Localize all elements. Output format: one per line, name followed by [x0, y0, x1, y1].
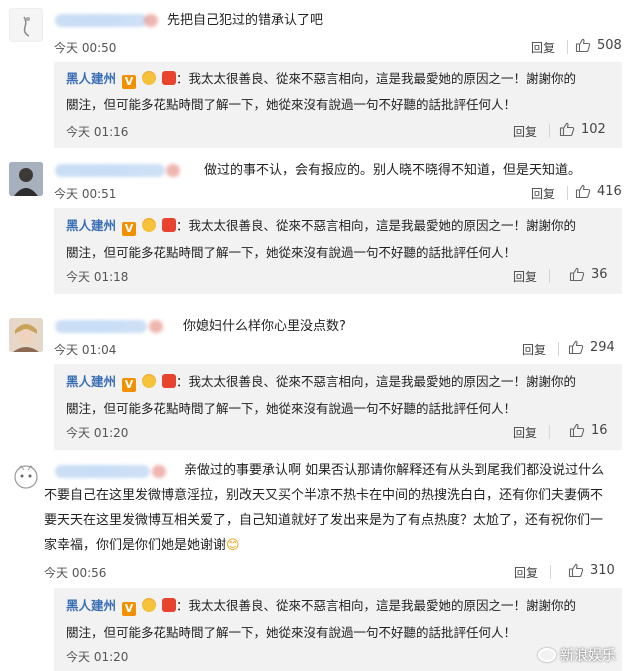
- thumbs-up-icon: [569, 423, 585, 438]
- like-button[interactable]: 36: [569, 266, 608, 282]
- watermark: 新浪娱乐: [538, 645, 616, 665]
- like-button[interactable]: 508: [575, 37, 622, 53]
- comment-time: 今天 00:50: [54, 41, 117, 55]
- verified-v-icon: V: [122, 378, 136, 392]
- verified-v-icon: V: [122, 222, 136, 236]
- thumbs-up-icon: [569, 267, 585, 282]
- thumbs-up-icon: [575, 184, 591, 199]
- comment-text-line-3: 要天天在这里发微博互相关爱了，自己知道就好了发出来是为了有点热度？太尬了，还有祝…: [44, 513, 604, 528]
- verified-v-icon: V: [122, 75, 136, 89]
- like-count: 36: [591, 266, 608, 282]
- author-reply: 黑人建州 V ：我太太很善良、從來不惡言相向，這是我最愛她的原因之一！謝謝你的 …: [54, 208, 622, 294]
- reply-author[interactable]: 黑人建州: [66, 71, 116, 86]
- reply-time: 今天 01:16: [66, 125, 129, 139]
- crown-icon: [141, 374, 156, 388]
- reply-button[interactable]: 回复: [514, 564, 538, 581]
- reply-line-2: 關注，但可能多花點時間了解一下，她從來沒有說過一句不好聽的話批評任何人！: [66, 625, 517, 640]
- reply-text: ：我太太很善良、從來不惡言相向，這是我最愛她的原因之一！謝謝你的: [175, 71, 576, 86]
- reply-time: 今天 01:18: [66, 270, 129, 284]
- author-reply: 黑人建州 V ：我太太很善良、從來不惡言相向，這是我最愛她的原因之一！謝謝你的 …: [54, 62, 622, 148]
- avatar[interactable]: [9, 318, 43, 352]
- like-count: 416: [597, 183, 622, 199]
- reply-text: ：我太太很善良、從來不惡言相向，這是我最愛她的原因之一！謝謝你的: [175, 598, 576, 613]
- reply-button[interactable]: 回复: [513, 268, 537, 285]
- reply-time: 今天 01:20: [66, 650, 129, 664]
- smile-emoji-icon: 😊: [226, 538, 240, 553]
- reply-button[interactable]: 回复: [513, 424, 537, 441]
- comment-text: 家幸福，你们是你们她是她谢谢: [44, 538, 227, 553]
- reply-time: 今天 01:20: [66, 426, 129, 440]
- red-envelope-icon: [161, 218, 176, 232]
- crown-icon: [141, 218, 156, 232]
- username-blurred[interactable]: [55, 465, 150, 478]
- reply-line-2: 關注，但可能多花點時間了解一下，她從來沒有說過一句不好聽的話批評任何人！: [66, 97, 517, 112]
- comment-time: 今天 01:04: [54, 343, 117, 357]
- reply-line-1: 黑人建州 V ：我太太很善良、從來不惡言相向，這是我最愛她的原因之一！謝謝你的: [66, 215, 576, 236]
- avatar[interactable]: [9, 461, 43, 495]
- reply-author[interactable]: 黑人建州: [66, 374, 116, 389]
- like-button[interactable]: 294: [568, 339, 615, 355]
- red-envelope-icon: [161, 71, 176, 85]
- like-count: 294: [590, 339, 615, 355]
- reply-button[interactable]: 回复: [513, 123, 537, 140]
- like-button[interactable]: 416: [575, 183, 622, 199]
- like-count: 102: [581, 121, 606, 137]
- comment-text: 你媳妇什么样你心里没点数?: [183, 319, 346, 334]
- user-badge-blurred: [152, 465, 166, 478]
- username-blurred[interactable]: [55, 320, 147, 333]
- comment-time: 今天 00:51: [54, 187, 117, 201]
- author-reply: 黑人建州 V ：我太太很善良、從來不惡言相向，這是我最愛她的原因之一！謝謝你的 …: [54, 588, 622, 671]
- divider: [550, 565, 551, 579]
- username-blurred[interactable]: [55, 14, 147, 27]
- watermark-text: 新浪娱乐: [560, 648, 616, 664]
- weibo-logo-icon: [538, 648, 556, 662]
- like-count: 16: [591, 422, 608, 438]
- thumbs-up-icon: [559, 122, 575, 137]
- reply-button[interactable]: 回复: [531, 185, 555, 202]
- comment-text-line-2: 不要自己在这里发微博意淫拉，别改天又买个半凉不热卡在中间的热搜洗白白，还有你们夫…: [44, 488, 604, 503]
- reply-line-1: 黑人建州 V ：我太太很善良、從來不惡言相向，這是我最愛她的原因之一！謝謝你的: [66, 68, 576, 89]
- reply-text: ：我太太很善良、從來不惡言相向，這是我最愛她的原因之一！謝謝你的: [175, 218, 576, 233]
- username-blurred[interactable]: [55, 164, 165, 177]
- like-button[interactable]: 102: [559, 121, 606, 137]
- like-count: 310: [590, 562, 615, 578]
- divider: [567, 186, 568, 200]
- divider: [567, 40, 568, 54]
- thumbs-up-icon: [568, 340, 584, 355]
- divider: [549, 269, 550, 283]
- reply-author[interactable]: 黑人建州: [66, 218, 116, 233]
- red-envelope-icon: [161, 598, 176, 612]
- verified-v-icon: V: [122, 602, 136, 616]
- red-envelope-icon: [161, 374, 176, 388]
- reply-button[interactable]: 回复: [522, 341, 546, 358]
- like-count: 508: [597, 37, 622, 53]
- comment-time: 今天 00:56: [44, 566, 107, 580]
- divider: [558, 342, 559, 356]
- avatar[interactable]: [9, 162, 43, 196]
- avatar[interactable]: [9, 8, 43, 42]
- user-badge-blurred: [144, 14, 158, 27]
- comment-text: 做过的事不认，会有报应的。别人晓不晓得不知道，但是天知道。: [204, 163, 582, 178]
- comment-text-line-1: 亲做过的事要承认啊 如果否认那请你解释还有从头到尾我们都没说过什么: [184, 463, 605, 478]
- divider: [549, 425, 550, 439]
- thumbs-up-icon: [568, 563, 584, 578]
- like-button[interactable]: 310: [568, 562, 615, 578]
- comment-text: 先把自己犯过的错承认了吧: [167, 13, 324, 28]
- comment-text-line-4: 家幸福，你们是你们她是她谢谢😊: [44, 534, 240, 557]
- author-reply: 黑人建州 V ：我太太很善良、從來不惡言相向，這是我最愛她的原因之一！謝謝你的 …: [54, 364, 622, 450]
- user-badge-blurred: [149, 320, 163, 333]
- reply-button[interactable]: 回复: [531, 39, 555, 56]
- reply-text: ：我太太很善良、從來不惡言相向，這是我最愛她的原因之一！謝謝你的: [175, 374, 576, 389]
- reply-line-2: 關注，但可能多花點時間了解一下，她從來沒有說過一句不好聽的話批評任何人！: [66, 401, 517, 416]
- reply-line-1: 黑人建州 V ：我太太很善良、從來不惡言相向，這是我最愛她的原因之一！謝謝你的: [66, 371, 576, 392]
- crown-icon: [141, 598, 156, 612]
- like-button[interactable]: 16: [569, 422, 608, 438]
- divider: [549, 124, 550, 138]
- reply-line-2: 關注，但可能多花點時間了解一下，她從來沒有說過一句不好聽的話批評任何人！: [66, 245, 517, 260]
- crown-icon: [141, 71, 156, 85]
- user-badge-blurred: [166, 164, 180, 177]
- reply-line-1: 黑人建州 V ：我太太很善良、從來不惡言相向，這是我最愛她的原因之一！謝謝你的: [66, 595, 576, 616]
- thumbs-up-icon: [575, 38, 591, 53]
- reply-author[interactable]: 黑人建州: [66, 598, 116, 613]
